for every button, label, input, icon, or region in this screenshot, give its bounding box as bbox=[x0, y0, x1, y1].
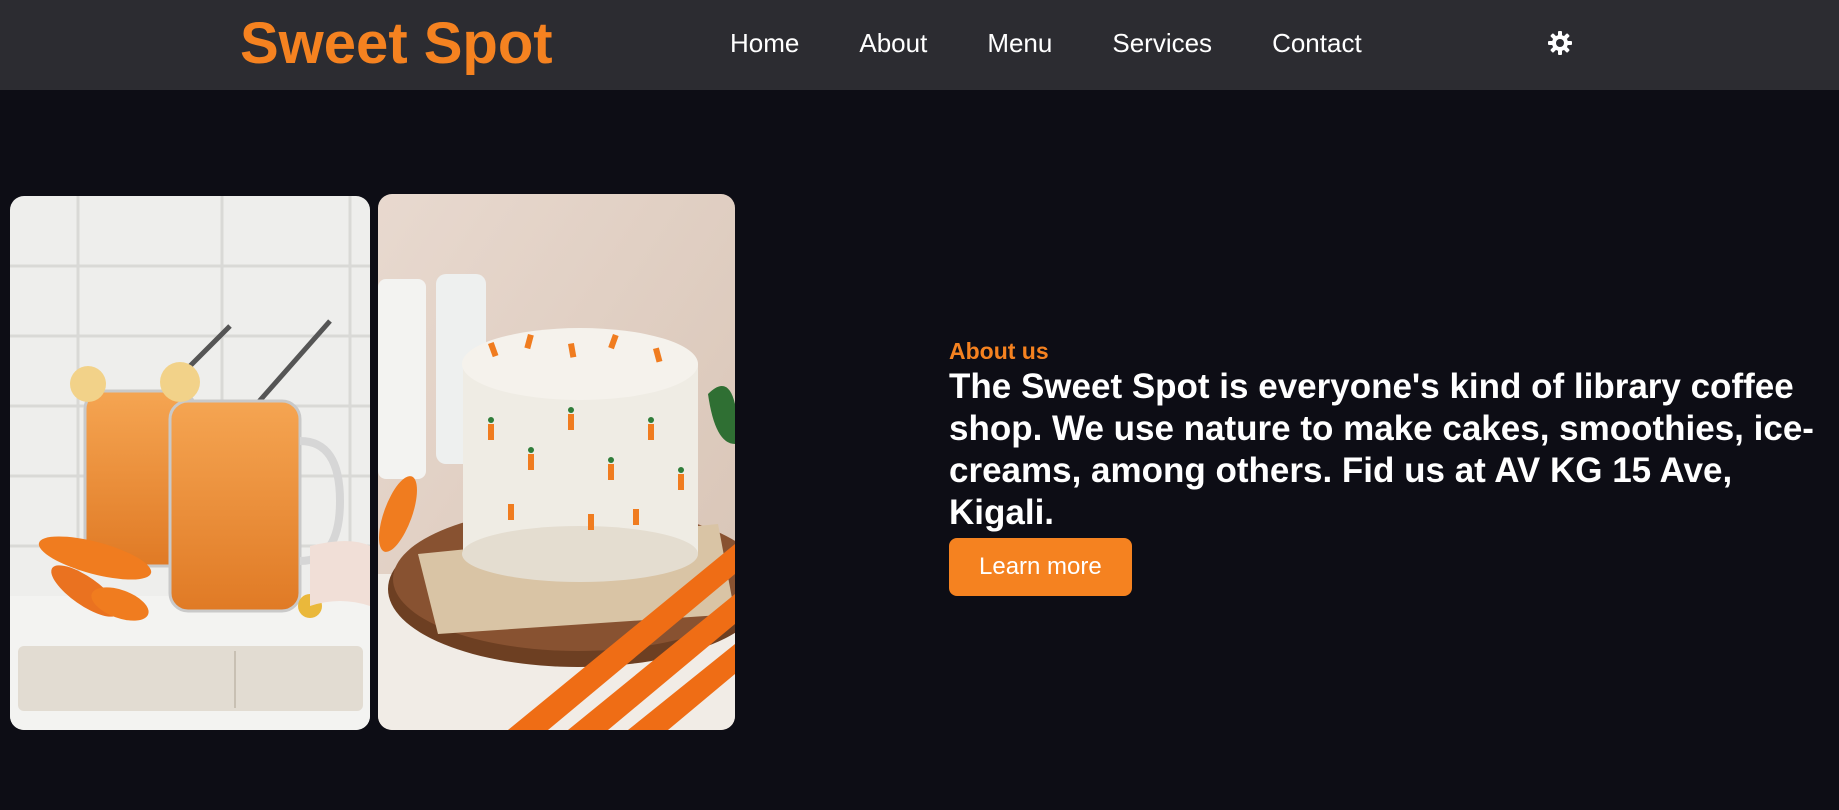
nav-link-contact[interactable]: Contact bbox=[1272, 27, 1362, 59]
about-description: The Sweet Spot is everyone's kind of lib… bbox=[949, 367, 1814, 532]
nav-link-menu[interactable]: Menu bbox=[987, 27, 1052, 59]
about-section: About us The Sweet Spot is everyone's ki… bbox=[949, 338, 1839, 596]
learn-more-button[interactable]: Learn more bbox=[949, 538, 1132, 596]
nav-link-home[interactable]: Home bbox=[730, 27, 799, 59]
navbar: Sweet Spot Home About Menu Services Cont… bbox=[0, 0, 1839, 90]
nav-link-services[interactable]: Services bbox=[1112, 27, 1212, 59]
nav-link-about[interactable]: About bbox=[859, 27, 927, 59]
carrot-cake-image bbox=[378, 194, 735, 730]
nav-links: Home About Menu Services Contact bbox=[730, 27, 1422, 59]
smoothie-image bbox=[10, 196, 370, 730]
theme-toggle-button[interactable] bbox=[1546, 29, 1574, 57]
hero-section: About us The Sweet Spot is everyone's ki… bbox=[0, 90, 1839, 810]
about-eyebrow: About us bbox=[949, 338, 1049, 364]
sun-gear-icon bbox=[1548, 31, 1572, 55]
logo[interactable]: Sweet Spot bbox=[240, 10, 553, 78]
